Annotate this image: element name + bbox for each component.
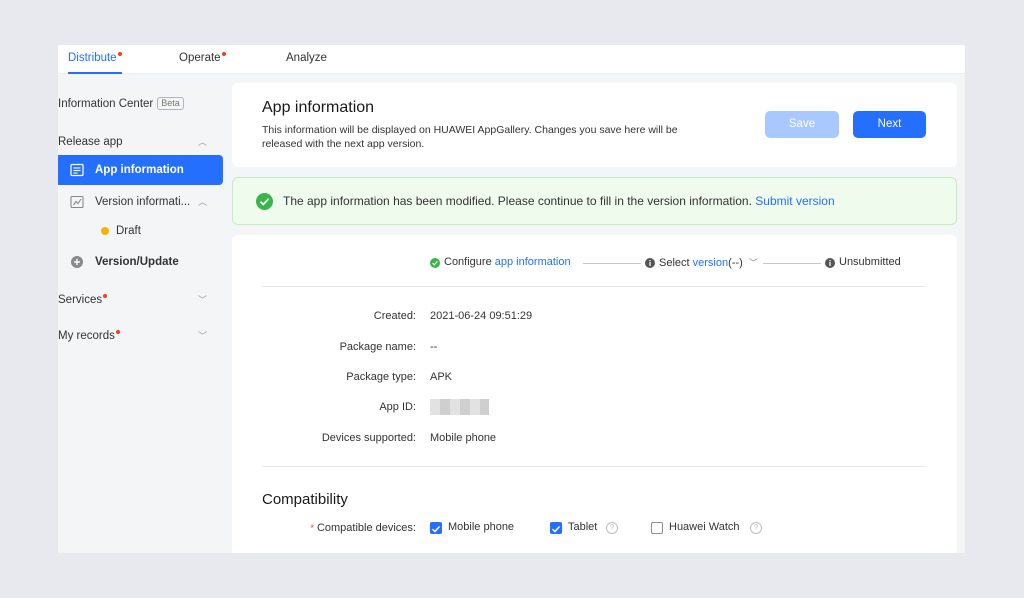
sidebar-item-label: Information Center xyxy=(58,98,154,110)
version-value: (--) xyxy=(728,257,743,269)
required-mark: * xyxy=(310,523,314,533)
tab-analyze[interactable]: Analyze xyxy=(286,45,327,74)
sidebar-item-label: Version informati... xyxy=(95,196,191,208)
compatibility-title: Compatibility xyxy=(262,491,348,508)
divider xyxy=(262,286,926,287)
app-id-redacted xyxy=(430,399,489,415)
checkbox-checked[interactable] xyxy=(550,522,562,534)
header-card: App information This information will be… xyxy=(232,83,957,167)
package-name-label: Package name: xyxy=(339,341,416,353)
progress-steps: Configure app information Select version… xyxy=(232,255,957,275)
next-button[interactable]: Next xyxy=(853,111,926,138)
step-connector xyxy=(763,263,821,264)
checkbox-label: Tablet xyxy=(568,521,598,533)
tab-operate[interactable]: Operate xyxy=(179,45,226,74)
beta-badge: Beta xyxy=(157,97,184,111)
check-icon xyxy=(431,525,441,533)
sidebar-item-label: Release app xyxy=(58,136,123,148)
app-container: Distribute Operate Analyze Information C… xyxy=(58,45,965,553)
checkbox-unchecked[interactable] xyxy=(651,522,663,534)
sidebar-item-label: Draft xyxy=(116,225,141,237)
step-label: Select xyxy=(659,257,693,269)
add-circle-icon xyxy=(71,256,83,268)
sidebar-item-my-records[interactable]: My records ﹀ xyxy=(58,321,223,351)
created-label: Created: xyxy=(373,310,416,322)
step-configure: Configure app information xyxy=(444,256,571,268)
description-line: released with the next app version. xyxy=(262,138,425,150)
check-icon xyxy=(551,525,561,533)
tab-label: Distribute xyxy=(68,52,117,64)
tab-distribute[interactable]: Distribute xyxy=(68,45,122,74)
sidebar-item-label: My records xyxy=(58,330,115,342)
devices-supported-value: Mobile phone xyxy=(430,432,497,444)
page-title: App information xyxy=(262,99,375,116)
sidebar-item-app-information[interactable]: App information xyxy=(58,155,223,185)
sidebar-item-information-center[interactable]: Information Center Beta xyxy=(58,89,223,119)
devices-supported-label: Devices supported: xyxy=(321,432,416,444)
submit-version-link[interactable]: Submit version xyxy=(755,194,834,208)
package-type-label: Package type: xyxy=(346,371,416,383)
label-text: Compatible devices: xyxy=(316,522,416,534)
notice-text: The app information has been modified. P… xyxy=(283,194,835,208)
checkbox-label: Huawei Watch xyxy=(669,521,740,533)
step-label: Configure xyxy=(444,256,495,268)
sidebar-item-release-app[interactable]: Release app ︿ xyxy=(58,127,223,157)
form-card: Configure app information Select version… xyxy=(232,235,957,553)
sidebar-item-label: Services xyxy=(58,294,103,306)
draft-status-dot xyxy=(101,227,109,235)
info-icon xyxy=(645,258,655,268)
sidebar-item-version-information[interactable]: Version informati... ︿ xyxy=(58,187,223,217)
save-button[interactable]: Save xyxy=(765,111,839,138)
help-icon[interactable]: ? xyxy=(750,522,762,534)
app-id-label: App ID: xyxy=(379,401,416,413)
divider xyxy=(262,466,926,467)
top-nav: Distribute Operate Analyze xyxy=(58,45,965,74)
check-circle-icon xyxy=(256,193,273,210)
success-notice: The app information has been modified. P… xyxy=(232,177,957,225)
version-link[interactable]: version xyxy=(693,257,728,269)
notification-dot xyxy=(103,294,108,298)
description-line: This information will be displayed on HU… xyxy=(262,124,678,136)
notification-dot xyxy=(221,52,226,56)
sidebar-item-services[interactable]: Services ﹀ xyxy=(58,285,223,315)
created-value: 2021-06-24 09:51:29 xyxy=(430,310,533,322)
notification-dot xyxy=(115,330,120,334)
step-select-version[interactable]: Select version(--) ﹀ xyxy=(659,256,758,269)
version-document-icon xyxy=(70,195,84,209)
check-circle-icon xyxy=(430,258,440,268)
package-name-value: -- xyxy=(430,341,438,353)
document-list-icon xyxy=(70,163,84,177)
checkbox-label: Mobile phone xyxy=(448,521,515,533)
sidebar-item-draft[interactable]: Draft xyxy=(58,216,223,246)
tab-label: Analyze xyxy=(286,52,327,64)
notice-message: The app information has been modified. P… xyxy=(283,194,752,208)
sidebar-item-label: App information xyxy=(95,164,184,176)
page-description: This information will be displayed on HU… xyxy=(262,123,742,151)
sidebar: Information Center Beta Release app ︿ App… xyxy=(58,74,223,553)
step-unsubmitted: Unsubmitted xyxy=(839,256,901,268)
step-connector xyxy=(583,263,641,264)
sidebar-item-version-update[interactable]: Version/Update xyxy=(58,247,223,277)
chevron-down-icon: ﹀ xyxy=(197,295,207,305)
chevron-down-icon: ﹀ xyxy=(197,331,207,341)
package-type-value: APK xyxy=(430,371,453,383)
app-information-link[interactable]: app information xyxy=(495,256,571,268)
help-icon[interactable]: ? xyxy=(606,522,618,534)
sidebar-item-label: Version/Update xyxy=(95,256,179,268)
info-icon xyxy=(825,258,835,268)
chevron-down-icon: ﹀ xyxy=(748,258,758,268)
checkbox-checked[interactable] xyxy=(430,522,442,534)
compatible-devices-label: * Compatible devices: xyxy=(266,522,416,534)
tab-label: Operate xyxy=(179,52,221,64)
chevron-up-icon: ︿ xyxy=(197,137,207,147)
chevron-up-icon: ︿ xyxy=(197,197,207,207)
notification-dot xyxy=(117,52,122,56)
